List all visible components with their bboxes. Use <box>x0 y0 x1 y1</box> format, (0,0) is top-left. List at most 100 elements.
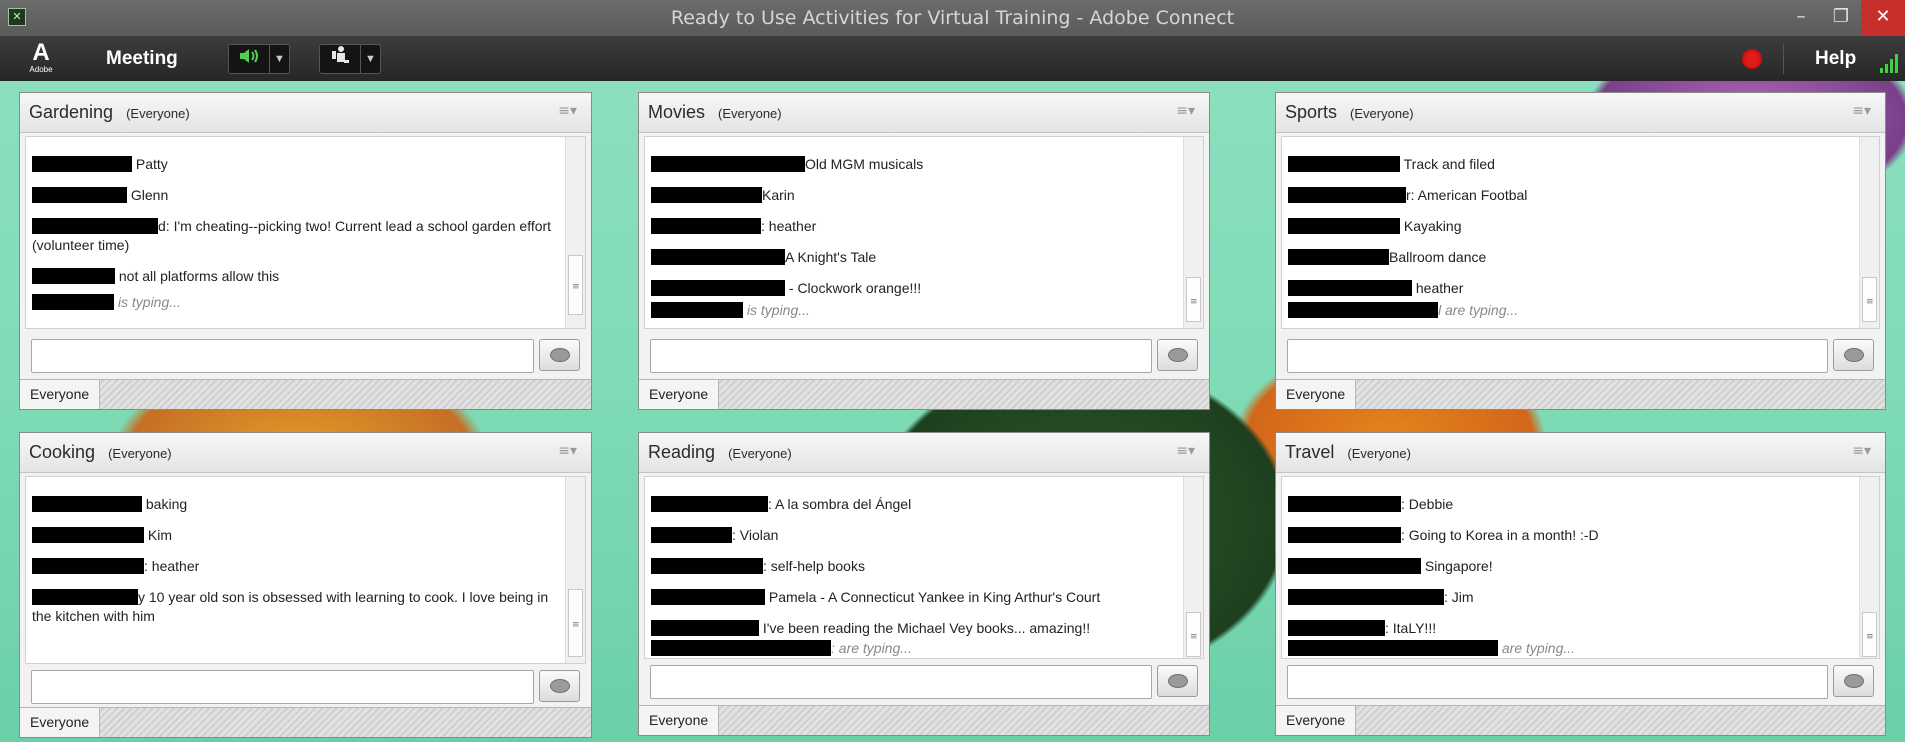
pod-menu-icon[interactable]: ≡▾ <box>1176 443 1195 459</box>
chat-pod-sports: Sports (Everyone) ≡▾ Track and filed r: … <box>1275 92 1886 410</box>
scrollbar[interactable] <box>1183 137 1203 328</box>
chat-message: : Violan <box>645 526 1203 545</box>
menubar-divider <box>1783 44 1784 74</box>
pod-header: Reading (Everyone) ≡▾ <box>639 433 1209 473</box>
chat-message: heather <box>1282 279 1879 298</box>
adobe-logo-icon: A Adobe <box>29 39 53 75</box>
typing-indicator: is typing... <box>645 302 1203 318</box>
chat-message: : heather <box>26 557 585 576</box>
scrollbar[interactable] <box>565 477 585 663</box>
pod-title: Movies <box>648 102 706 122</box>
chat-message: Karin <box>645 186 1203 205</box>
pod-audience: (Everyone) <box>126 106 190 121</box>
chat-message: Pamela - A Connecticut Yankee in King Ar… <box>645 588 1203 607</box>
tab-everyone[interactable]: Everyone <box>1276 706 1357 735</box>
pod-audience: (Everyone) <box>108 446 172 461</box>
send-chat-icon[interactable] <box>1157 665 1198 697</box>
chat-pod-travel: Travel (Everyone) ≡▾ : Debbie : Going to… <box>1275 432 1886 736</box>
chat-message: : Debbie <box>1282 495 1879 514</box>
chat-message: Ballroom dance <box>1282 248 1879 267</box>
chat-message: : ItaLY!!! <box>1282 619 1879 638</box>
chat-transcript[interactable]: Old MGM musicals Karin : heather A Knigh… <box>644 136 1204 329</box>
chat-transcript[interactable]: baking Kim : heather y 10 year old son i… <box>25 476 586 664</box>
chat-message: Track and filed <box>1282 155 1879 174</box>
chat-message: Kayaking <box>1282 217 1879 236</box>
chat-message: - Clockwork orange!!! <box>645 279 1203 298</box>
pod-audience: (Everyone) <box>718 106 782 121</box>
pod-footer: Everyone <box>20 379 591 409</box>
chevron-down-icon[interactable]: ▼ <box>269 45 289 73</box>
chat-pod-movies: Movies (Everyone) ≡▾ Old MGM musicals Ka… <box>638 92 1210 410</box>
chat-message: Patty <box>26 155 585 174</box>
pod-footer: Everyone <box>639 705 1209 735</box>
scrollbar[interactable] <box>1859 137 1879 328</box>
chat-transcript[interactable]: : A la sombra del Ángel : Violan : self-… <box>644 476 1204 659</box>
pod-audience: (Everyone) <box>728 446 792 461</box>
tab-everyone[interactable]: Everyone <box>20 380 101 409</box>
chat-pod-reading: Reading (Everyone) ≡▾ : A la sombra del … <box>638 432 1210 736</box>
chat-input[interactable] <box>650 339 1152 373</box>
pod-footer: Everyone <box>639 379 1209 409</box>
menubar: A Adobe Meeting ▼ ▼ Help <box>0 36 1905 81</box>
send-chat-icon[interactable] <box>1157 339 1198 371</box>
meeting-menu[interactable]: Meeting <box>106 48 178 70</box>
tab-everyone[interactable]: Everyone <box>639 706 720 735</box>
chat-message: Kim <box>26 526 585 545</box>
tab-everyone[interactable]: Everyone <box>1276 380 1357 409</box>
typing-indicator: are typing... <box>1282 640 1879 656</box>
audio-button[interactable]: ▼ <box>228 44 290 74</box>
chat-input[interactable] <box>650 665 1152 699</box>
pod-menu-icon[interactable]: ≡▾ <box>558 103 577 119</box>
typing-indicator: is typing... <box>26 294 585 310</box>
chat-input[interactable] <box>1287 339 1828 373</box>
tab-everyone[interactable]: Everyone <box>639 380 720 409</box>
chat-input[interactable] <box>1287 665 1828 699</box>
pod-title: Reading <box>648 442 716 462</box>
window-title: Ready to Use Activities for Virtual Trai… <box>670 7 1235 29</box>
scrollbar[interactable] <box>565 137 585 328</box>
send-chat-icon[interactable] <box>539 339 580 371</box>
signal-icon <box>1880 51 1904 73</box>
chat-message: Singapore! <box>1282 557 1879 576</box>
restore-button[interactable]: ❐ <box>1821 0 1861 36</box>
speaker-icon[interactable] <box>229 45 269 73</box>
chat-transcript[interactable]: Track and filed r: American Footbal Kaya… <box>1281 136 1880 329</box>
chat-message: : Going to Korea in a month! :-D <box>1282 526 1879 545</box>
adobe-connect-icon: ✕ <box>8 8 26 26</box>
chat-message: r: American Footbal <box>1282 186 1879 205</box>
typing-indicator: l are typing... <box>1282 302 1879 318</box>
pod-title: Sports <box>1285 102 1338 122</box>
pod-menu-icon[interactable]: ≡▾ <box>558 443 577 459</box>
chat-message: not all platforms allow this <box>26 267 585 286</box>
tab-everyone[interactable]: Everyone <box>20 708 101 737</box>
chat-pod-gardening: Gardening (Everyone) ≡▾ Patty Glenn d: I… <box>19 92 592 410</box>
typing-indicator: : are typing... <box>645 640 1203 656</box>
scrollbar[interactable] <box>1859 477 1879 658</box>
close-button[interactable]: ✕ <box>1861 0 1905 36</box>
scrollbar[interactable] <box>1183 477 1203 658</box>
status-button[interactable]: ▼ <box>319 44 381 74</box>
chat-transcript[interactable]: Patty Glenn d: I'm cheating--picking two… <box>25 136 586 329</box>
help-menu[interactable]: Help <box>1815 48 1856 70</box>
chat-input[interactable] <box>31 339 534 373</box>
pod-menu-icon[interactable]: ≡▾ <box>1176 103 1195 119</box>
record-icon[interactable] <box>1742 49 1762 69</box>
chevron-down-icon[interactable]: ▼ <box>360 45 380 73</box>
pod-menu-icon[interactable]: ≡▾ <box>1852 443 1871 459</box>
send-chat-icon[interactable] <box>1833 339 1874 371</box>
send-chat-icon[interactable] <box>539 670 580 702</box>
chat-message: Old MGM musicals <box>645 155 1203 174</box>
minimize-button[interactable]: – <box>1781 0 1821 36</box>
pod-header: Cooking (Everyone) ≡▾ <box>20 433 591 473</box>
pod-menu-icon[interactable]: ≡▾ <box>1852 103 1871 119</box>
chat-message: : heather <box>645 217 1203 236</box>
send-chat-icon[interactable] <box>1833 665 1874 697</box>
chat-transcript[interactable]: : Debbie : Going to Korea in a month! :-… <box>1281 476 1880 659</box>
pod-title: Gardening <box>29 102 114 122</box>
chat-input[interactable] <box>31 670 534 704</box>
chat-message: y 10 year old son is obsessed with learn… <box>32 589 549 624</box>
pod-title: Cooking <box>29 442 96 462</box>
pod-header: Gardening (Everyone) ≡▾ <box>20 93 591 133</box>
chat-message: : A la sombra del Ángel <box>645 495 1203 514</box>
status-icon[interactable] <box>320 45 360 73</box>
